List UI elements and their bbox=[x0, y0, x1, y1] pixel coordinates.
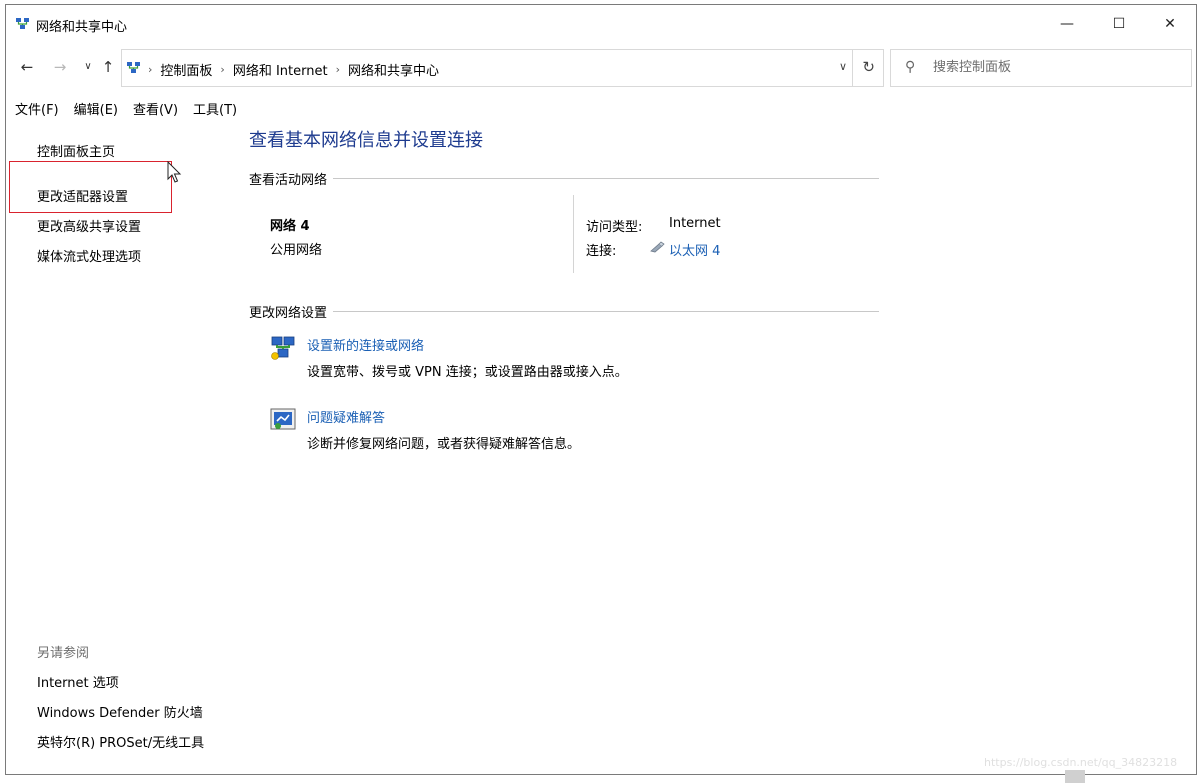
divider bbox=[852, 50, 853, 86]
divider bbox=[573, 195, 574, 273]
forward-button[interactable]: → bbox=[50, 58, 70, 76]
search-box[interactable]: ⚲ bbox=[890, 49, 1192, 87]
new-connection-icon bbox=[271, 336, 295, 360]
see-also-heading: 另请参阅 bbox=[37, 646, 90, 661]
troubleshoot-description: 诊断并修复网络问题，或者获得疑难解答信息。 bbox=[307, 437, 581, 452]
close-icon: ✕ bbox=[1164, 16, 1176, 32]
see-also-internet-options[interactable]: Internet 选项 bbox=[37, 672, 119, 691]
menu-edit[interactable]: 编辑(E) bbox=[74, 99, 118, 118]
breadcrumb-network-internet[interactable]: 网络和 Internet bbox=[233, 60, 328, 79]
divider bbox=[333, 311, 879, 312]
recent-locations-button[interactable]: ∨ bbox=[78, 61, 98, 72]
address-bar[interactable]: › 控制面板 › 网络和 Internet › 网络和共享中心 ∨ ↻ bbox=[121, 49, 884, 87]
change-settings-heading: 更改网络设置 bbox=[249, 302, 879, 321]
troubleshoot-icon bbox=[270, 408, 296, 430]
setup-connection-description: 设置宽带、拨号或 VPN 连接；或设置路由器或接入点。 bbox=[307, 365, 628, 380]
navigation-bar: ← → ∨ ↑ › 控制面板 › 网络和 Internet › 网络和共享中心 … bbox=[6, 45, 1196, 89]
chevron-right-icon[interactable]: › bbox=[336, 63, 340, 76]
chevron-down-icon[interactable]: ∨ bbox=[839, 60, 847, 73]
page-title: 查看基本网络信息并设置连接 bbox=[249, 130, 483, 151]
section-title: 更改网络设置 bbox=[249, 306, 328, 321]
setup-connection-link[interactable]: 设置新的连接或网络 bbox=[307, 335, 424, 354]
breadcrumb-control-panel[interactable]: 控制面板 bbox=[160, 60, 212, 79]
watermark: https://blog.csdn.net/qq_34823218 bbox=[984, 756, 1178, 769]
scrollbar-thumb[interactable] bbox=[1065, 770, 1085, 783]
divider bbox=[333, 178, 879, 179]
ethernet-icon bbox=[650, 241, 665, 253]
maximize-icon: ☐ bbox=[1112, 16, 1126, 32]
chevron-right-icon[interactable]: › bbox=[220, 63, 224, 76]
menu-file[interactable]: 文件(F) bbox=[15, 99, 59, 118]
network-type[interactable]: 公用网络 bbox=[270, 239, 322, 258]
sidebar-item-advanced-sharing-settings[interactable]: 更改高级共享设置 bbox=[37, 216, 141, 235]
menu-tools[interactable]: 工具(T) bbox=[193, 99, 237, 118]
window-title: 网络和共享中心 bbox=[36, 20, 128, 35]
access-type-value: Internet bbox=[669, 216, 721, 231]
breadcrumb-network-sharing-center[interactable]: 网络和共享中心 bbox=[348, 60, 439, 79]
section-title: 查看活动网络 bbox=[249, 173, 328, 188]
network-sharing-center-window: 网络和共享中心 — ☐ ✕ ← → ∨ ↑ › 控制面板 › 网络和 Inter… bbox=[5, 4, 1197, 775]
minimize-button[interactable]: — bbox=[1041, 5, 1093, 43]
breadcrumb: › 控制面板 › 网络和 Internet › 网络和共享中心 bbox=[148, 60, 439, 79]
sidebar-item-change-adapter-settings[interactable]: 更改适配器设置 bbox=[37, 186, 128, 205]
menu-bar: 文件(F) 编辑(E) 查看(V) 工具(T) bbox=[15, 99, 237, 118]
menu-view[interactable]: 查看(V) bbox=[133, 99, 178, 118]
connection-label: 连接: bbox=[586, 244, 617, 259]
network-name: 网络 4 bbox=[270, 219, 310, 234]
search-input[interactable] bbox=[931, 59, 1175, 76]
refresh-icon[interactable]: ↻ bbox=[862, 58, 875, 76]
active-networks-heading: 查看活动网络 bbox=[249, 169, 879, 188]
network-center-icon bbox=[127, 62, 140, 73]
see-also-intel-proset[interactable]: 英特尔(R) PROSet/无线工具 bbox=[37, 732, 204, 751]
troubleshoot-link[interactable]: 问题疑难解答 bbox=[307, 407, 385, 426]
minimize-icon: — bbox=[1060, 16, 1074, 32]
mouse-cursor-icon bbox=[167, 161, 182, 183]
close-button[interactable]: ✕ bbox=[1144, 5, 1196, 43]
up-button[interactable]: ↑ bbox=[98, 58, 118, 76]
maximize-button[interactable]: ☐ bbox=[1093, 5, 1145, 43]
connection-link[interactable]: 以太网 4 bbox=[669, 240, 720, 259]
search-icon: ⚲ bbox=[905, 59, 916, 75]
sidebar-item-control-panel-home[interactable]: 控制面板主页 bbox=[37, 141, 115, 160]
network-center-icon bbox=[16, 18, 29, 29]
title-bar: 网络和共享中心 — ☐ ✕ bbox=[6, 5, 1196, 43]
back-button[interactable]: ← bbox=[17, 58, 37, 76]
see-also-defender-firewall[interactable]: Windows Defender 防火墙 bbox=[37, 702, 203, 721]
chevron-right-icon[interactable]: › bbox=[148, 63, 152, 76]
access-type-label: 访问类型: bbox=[586, 220, 643, 235]
sidebar-item-media-streaming-options[interactable]: 媒体流式处理选项 bbox=[37, 246, 141, 265]
